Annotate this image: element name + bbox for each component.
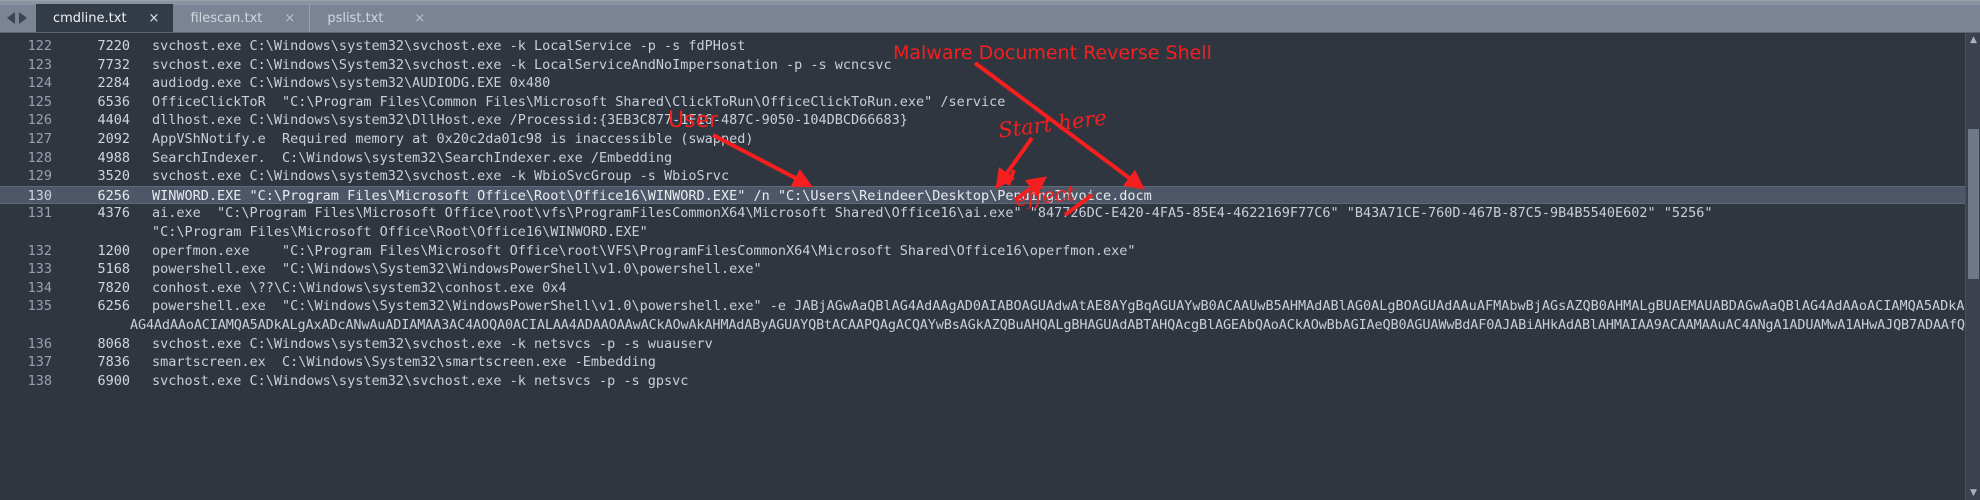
close-icon[interactable]: × (262, 11, 309, 26)
line-number: 135 (0, 297, 52, 316)
line-number: 123 (0, 56, 52, 75)
command-line-text: WINWORD.EXE "C:\Program Files\Microsoft … (130, 187, 1152, 206)
code-line[interactable]: 1356256powershell.exe "C:\Windows\System… (0, 297, 1965, 316)
code-line[interactable]: 1293520svchost.exe C:\Windows\system32\s… (0, 167, 1965, 186)
command-line-text: OfficeClickToR "C:\Program Files\Common … (130, 93, 1005, 112)
line-number: 128 (0, 149, 52, 168)
line-number: 136 (0, 335, 52, 354)
code-line[interactable]: "C:\Program Files\Microsoft Office\Root\… (0, 223, 1965, 242)
command-line-text: svchost.exe C:\Windows\system32\svchost.… (130, 335, 713, 354)
process-id: 8068 (52, 335, 130, 354)
command-line-text: SearchIndexer. C:\Windows\system32\Searc… (130, 149, 672, 168)
line-number: 122 (0, 37, 52, 56)
process-id: 6256 (52, 297, 130, 316)
close-icon[interactable]: × (127, 11, 174, 26)
tab-list: cmdline.txt × filescan.txt × pslist.txt … (36, 4, 439, 32)
line-number: 126 (0, 111, 52, 130)
process-id: 5168 (52, 260, 130, 279)
code-line[interactable]: 1242284audiodg.exe C:\Windows\system32\A… (0, 74, 1965, 93)
triangle-left-icon[interactable] (7, 12, 15, 24)
close-icon[interactable]: × (392, 11, 439, 26)
code-line[interactable]: AG4AdAAoACIAMQA5ADkALgAxADcANwAuADIAMAA3… (0, 316, 1965, 335)
command-line-text: powershell.exe "C:\Windows\System32\Wind… (130, 297, 1980, 316)
tab-bar: cmdline.txt × filescan.txt × pslist.txt … (0, 0, 1980, 33)
line-number: 132 (0, 242, 52, 261)
scroll-down-icon[interactable]: ▼ (1966, 486, 1980, 500)
line-number: 124 (0, 74, 52, 93)
triangle-right-icon[interactable] (19, 12, 27, 24)
process-id: 7820 (52, 279, 130, 298)
code-line[interactable]: 1227220svchost.exe C:\Windows\system32\s… (0, 37, 1965, 56)
code-line[interactable]: 1256536OfficeClickToR "C:\Program Files\… (0, 93, 1965, 112)
command-line-text: AppVShNotify.e Required memory at 0x20c2… (130, 130, 753, 149)
command-line-text: svchost.exe C:\Windows\system32\svchost.… (130, 372, 688, 391)
command-line-text: powershell.exe "C:\Windows\System32\Wind… (130, 260, 762, 279)
code-line[interactable]: 1314376ai.exe "C:\Program Files\Microsof… (0, 204, 1965, 223)
process-id: 2284 (52, 74, 130, 93)
process-id: 7220 (52, 37, 130, 56)
tab-pslist[interactable]: pslist.txt × (309, 4, 439, 32)
command-line-text: smartscreen.ex C:\Windows\System32\smart… (130, 353, 656, 372)
code-line[interactable]: 1272092AppVShNotify.e Required memory at… (0, 130, 1965, 149)
process-id: 4988 (52, 149, 130, 168)
process-id: 2092 (52, 130, 130, 149)
command-line-text: dllhost.exe C:\Windows\system32\DllHost.… (130, 111, 908, 130)
text-editor-window: cmdline.txt × filescan.txt × pslist.txt … (0, 0, 1980, 500)
code-line[interactable]: 1321200operfmon.exe "C:\Program Files\Mi… (0, 242, 1965, 261)
process-id: 7836 (52, 353, 130, 372)
tab-label: filescan.txt (190, 11, 262, 26)
process-id: 6256 (52, 187, 130, 206)
process-id: 1200 (52, 242, 130, 261)
scrollbar-thumb[interactable] (1968, 129, 1979, 279)
process-id: 4376 (52, 204, 130, 223)
line-number: 125 (0, 93, 52, 112)
command-line-text: ai.exe "C:\Program Files\Microsoft Offic… (130, 204, 1713, 223)
line-number: 137 (0, 353, 52, 372)
process-id: 4404 (52, 111, 130, 130)
code-line[interactable]: 1368068svchost.exe C:\Windows\system32\s… (0, 335, 1965, 354)
command-line-text: operfmon.exe "C:\Program Files\Microsoft… (130, 242, 1135, 261)
process-id: 3520 (52, 167, 130, 186)
code-line-highlighted[interactable]: 1306256WINWORD.EXE "C:\Program Files\Mic… (0, 186, 1965, 205)
process-id: 6900 (52, 372, 130, 391)
tab-filescan[interactable]: filescan.txt × (173, 4, 309, 32)
line-number: 131 (0, 204, 52, 223)
tab-nav-arrows[interactable] (0, 4, 36, 32)
line-number: 138 (0, 372, 52, 391)
process-id: 6536 (52, 93, 130, 112)
code-line[interactable]: 1237732svchost.exe C:\Windows\System32\s… (0, 56, 1965, 75)
vertical-scrollbar[interactable]: ▲ ▼ (1965, 33, 1980, 500)
tab-cmdline[interactable]: cmdline.txt × (36, 4, 173, 32)
command-line-text: svchost.exe C:\Windows\system32\svchost.… (130, 167, 729, 186)
editor-pane[interactable]: 1227220svchost.exe C:\Windows\system32\s… (0, 33, 1980, 500)
base64-payload: AG4AdAAoACIAMQA5ADkALgAxADcANwAuADIAMAA3… (0, 316, 1980, 335)
line-number: 129 (0, 167, 52, 186)
code-continuation: "C:\Program Files\Microsoft Office\Root\… (0, 223, 648, 242)
scroll-up-icon[interactable]: ▲ (1966, 33, 1980, 47)
line-number: 133 (0, 260, 52, 279)
code-line[interactable]: 1386900svchost.exe C:\Windows\system32\s… (0, 372, 1965, 391)
code-content[interactable]: 1227220svchost.exe C:\Windows\system32\s… (0, 33, 1965, 390)
line-number: 127 (0, 130, 52, 149)
code-line[interactable]: 1264404dllhost.exe C:\Windows\system32\D… (0, 111, 1965, 130)
code-line[interactable]: 1335168powershell.exe "C:\Windows\System… (0, 260, 1965, 279)
code-line[interactable]: 1284988SearchIndexer. C:\Windows\system3… (0, 149, 1965, 168)
code-line[interactable]: 1347820conhost.exe \??\C:\Windows\system… (0, 279, 1965, 298)
command-line-text: conhost.exe \??\C:\Windows\system32\conh… (130, 279, 567, 298)
code-line[interactable]: 1377836smartscreen.ex C:\Windows\System3… (0, 353, 1965, 372)
line-number: 130 (0, 187, 52, 206)
command-line-text: audiodg.exe C:\Windows\system32\AUDIODG.… (130, 74, 550, 93)
process-id: 7732 (52, 56, 130, 75)
tab-label: pslist.txt (327, 11, 383, 26)
tab-label: cmdline.txt (53, 11, 127, 26)
command-line-text: svchost.exe C:\Windows\system32\svchost.… (130, 37, 745, 56)
command-line-text: svchost.exe C:\Windows\System32\svchost.… (130, 56, 892, 75)
line-number: 134 (0, 279, 52, 298)
